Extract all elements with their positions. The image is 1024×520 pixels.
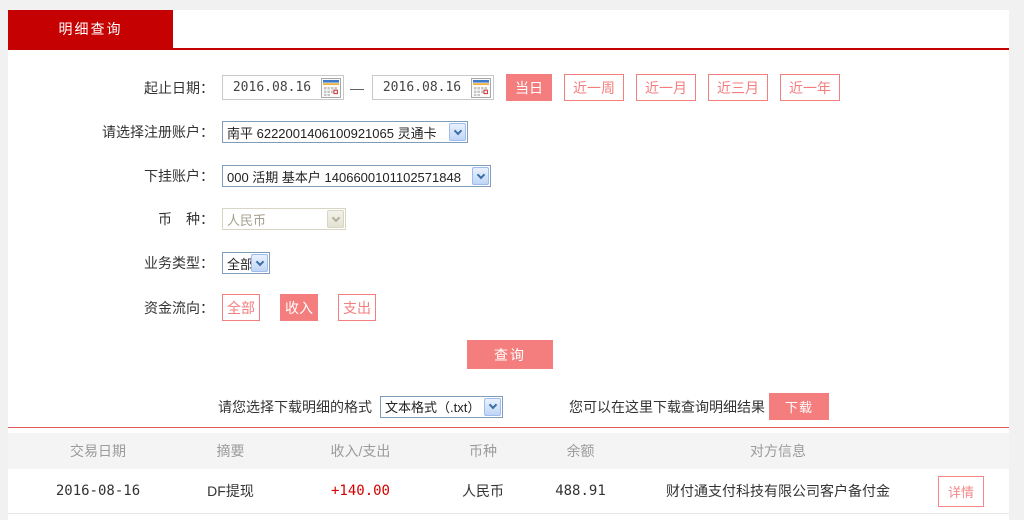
fund-direction-all-button[interactable]: 全部 (222, 294, 260, 321)
chevron-down-icon (327, 210, 344, 228)
calendar-icon[interactable] (471, 77, 491, 98)
tab-detail-query[interactable]: 明细查询 (8, 10, 173, 48)
cell-balance: 488.91 (555, 483, 606, 499)
cell-trade-date: 2016-08-16 (55, 483, 141, 499)
header-income-expense: 收入/支出 (330, 443, 391, 459)
end-date-value: 2016.08.16 (382, 80, 462, 95)
currency-value: 人民币 (227, 212, 267, 228)
currency-select: 人民币 (222, 208, 346, 230)
chevron-down-icon[interactable] (449, 123, 466, 141)
download-format-select[interactable]: 文本格式（.txt） (380, 395, 503, 418)
download-hint: 您可以在这里下载查询明细结果 (569, 398, 765, 415)
chevron-down-icon[interactable] (251, 254, 268, 272)
sub-account-value: 000 活期 基本户 1406600101102571848 (227, 169, 461, 185)
business-type-value: 全部 (227, 256, 251, 272)
header-summary: 摘要 (216, 443, 245, 459)
header-currency: 币种 (469, 443, 497, 459)
fund-direction-row: 资金流向： 全部 收入 支出 (8, 294, 1009, 321)
download-format-label: 请您选择下载明细的格式 (218, 398, 372, 415)
sub-account-row: 下挂账户： 000 活期 基本户 1406600101102571848 (8, 165, 1009, 187)
date-range-row: 起止日期： 2016.08.16 — 2016.08.16 当日 近一周 近一月… (8, 74, 1009, 101)
header-counterparty: 对方信息 (750, 443, 806, 459)
start-date-input[interactable]: 2016.08.16 (222, 75, 344, 100)
cell-summary: DF提现 (207, 483, 254, 499)
sub-account-label: 下挂账户： (144, 168, 214, 184)
chevron-down-icon[interactable] (484, 397, 501, 416)
cell-currency: 人民币 (462, 483, 504, 499)
register-account-label: 请选择注册账户： (102, 124, 214, 140)
register-account-row: 请选择注册账户： 南平 6222001406100921065 灵通卡 (8, 121, 1009, 143)
business-type-label: 业务类型： (144, 255, 214, 271)
currency-label: 币 种： (158, 211, 214, 227)
quick-range-month-button[interactable]: 近一月 (636, 74, 696, 101)
register-account-value: 南平 6222001406100921065 灵通卡 (227, 125, 437, 141)
tab-bar: 明细查询 (8, 10, 1009, 50)
results-table: 交易日期 摘要 收入/支出 币种 余额 对方信息 2016-08-16 DF提现… (8, 427, 1009, 514)
quick-range-3months-button[interactable]: 近三月 (708, 74, 768, 101)
quick-range-year-button[interactable]: 近一年 (780, 74, 840, 101)
download-button[interactable]: 下载 (769, 393, 829, 420)
cell-amount: +140.00 (330, 483, 390, 499)
start-date-value: 2016.08.16 (232, 80, 312, 95)
fund-direction-label: 资金流向： (144, 299, 214, 316)
date-range-label: 起止日期： (144, 79, 214, 96)
header-trade-date: 交易日期 (70, 443, 126, 459)
chevron-down-icon[interactable] (472, 167, 489, 185)
business-type-row: 业务类型： 全部 (8, 252, 1009, 274)
query-button[interactable]: 查询 (467, 340, 553, 369)
quick-range-today-button[interactable]: 当日 (506, 74, 552, 101)
cell-counterparty: 财付通支付科技有限公司客户备付金 (666, 483, 890, 499)
detail-button[interactable]: 详情 (937, 475, 984, 507)
date-separator: — (350, 79, 364, 96)
download-row: 请您选择下载明细的格式 文本格式（.txt） 您可以在这里下载查询明细结果 下载 (8, 393, 1009, 420)
register-account-select[interactable]: 南平 6222001406100921065 灵通卡 (222, 121, 468, 143)
sub-account-select[interactable]: 000 活期 基本户 1406600101102571848 (222, 165, 491, 187)
quick-range-week-button[interactable]: 近一周 (564, 74, 624, 101)
business-type-select[interactable]: 全部 (222, 252, 270, 274)
table-row: 2016-08-16 DF提现 +140.00 人民币 488.91 财付通支付… (8, 469, 1009, 514)
end-date-input[interactable]: 2016.08.16 (372, 75, 494, 100)
calendar-icon[interactable] (321, 77, 341, 98)
fund-direction-income-button[interactable]: 收入 (280, 294, 318, 321)
fund-direction-expense-button[interactable]: 支出 (338, 294, 376, 321)
download-format-value: 文本格式（.txt） (385, 400, 481, 415)
header-balance: 余额 (566, 443, 595, 459)
currency-row: 币 种： 人民币 (8, 208, 1009, 230)
detail-query-panel: 明细查询 起止日期： 2016.08.16 — 2016.08.16 当日 近一… (8, 10, 1009, 520)
table-header-row: 交易日期 摘要 收入/支出 币种 余额 对方信息 (8, 433, 1009, 469)
